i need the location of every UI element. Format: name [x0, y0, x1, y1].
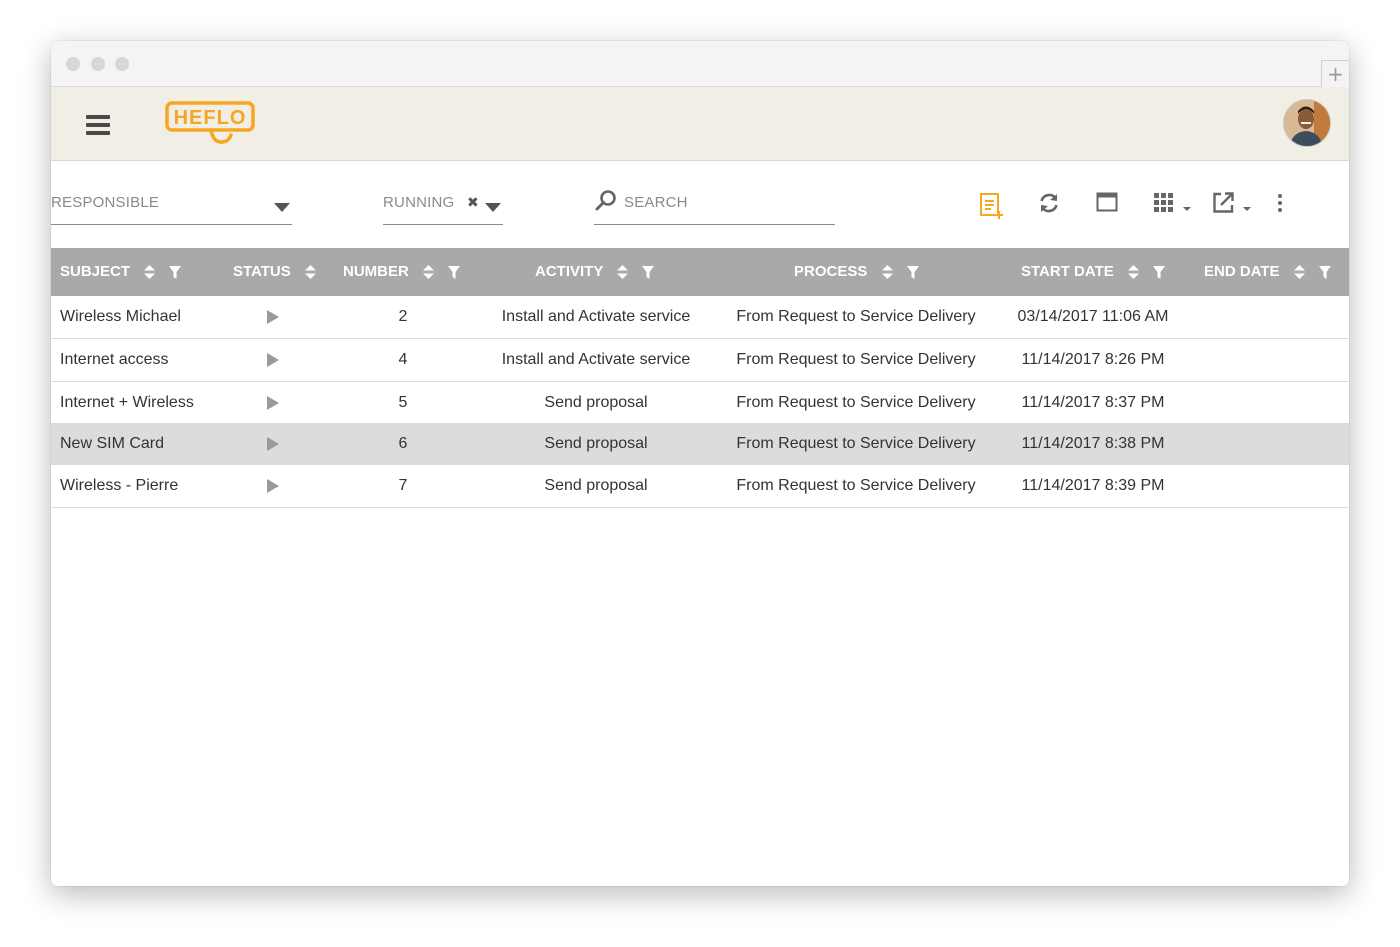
cell-subject: Internet access	[60, 351, 169, 368]
table-row[interactable]: Wireless - Pierre 7 Send proposal From R…	[51, 465, 1349, 508]
window-titlebar: +	[51, 41, 1349, 87]
maximize-window-dot[interactable]	[115, 57, 129, 71]
column-header-process[interactable]: PROCESS	[794, 248, 919, 296]
column-header-end-date[interactable]: END DATE	[1204, 248, 1331, 296]
filter-icon[interactable]	[906, 265, 919, 279]
hamburger-menu-icon[interactable]	[86, 115, 110, 135]
sort-icon[interactable]	[304, 265, 316, 280]
column-label: END DATE	[1204, 263, 1280, 280]
cell-start-date: 11/14/2017 8:26 PM	[1021, 351, 1165, 368]
play-status-icon	[267, 310, 279, 324]
cell-end-date	[1191, 339, 1341, 381]
browser-window: + HEFLO RESPONSIBLE RUNNING ✖ SEARCH SUB…	[51, 41, 1349, 886]
cell-number: 7	[398, 477, 408, 494]
column-header-activity[interactable]: ACTIVITY	[535, 248, 655, 296]
play-status-icon	[267, 396, 279, 410]
logo-text: HEFLO	[174, 107, 247, 129]
minimize-window-dot[interactable]	[91, 57, 105, 71]
column-label: NUMBER	[343, 263, 409, 280]
sort-icon[interactable]	[144, 265, 156, 280]
play-status-icon	[267, 479, 279, 493]
cell-number: 2	[398, 308, 408, 325]
refresh-icon[interactable]	[1038, 192, 1060, 214]
cell-activity: Install and Activate service	[501, 351, 691, 368]
cell-number: 4	[398, 351, 408, 368]
table-row[interactable]: Wireless Michael 2 Install and Activate …	[51, 296, 1349, 339]
close-window-dot[interactable]	[66, 57, 80, 71]
cell-end-date	[1191, 465, 1341, 507]
cell-end-date	[1191, 296, 1341, 338]
cell-subject: New SIM Card	[60, 435, 165, 452]
cell-activity: Send proposal	[544, 435, 648, 452]
cell-start-date: 03/14/2017 11:06 AM	[1017, 308, 1169, 325]
new-document-icon[interactable]	[979, 192, 1005, 220]
app-header: HEFLO	[51, 87, 1349, 161]
chevron-down-icon[interactable]	[485, 203, 501, 212]
table-row[interactable]: Internet access 4 Install and Activate s…	[51, 339, 1349, 382]
responsible-label: RESPONSIBLE	[51, 194, 160, 211]
column-label: SUBJECT	[60, 263, 131, 280]
new-tab-button[interactable]: +	[1321, 60, 1349, 87]
sort-icon[interactable]	[881, 265, 893, 280]
export-icon[interactable]	[1212, 191, 1254, 215]
column-label: ACTIVITY	[535, 263, 604, 280]
cell-start-date: 11/14/2017 8:39 PM	[1021, 477, 1165, 494]
search-input[interactable]: SEARCH	[624, 194, 688, 211]
sort-icon[interactable]	[423, 265, 435, 280]
cell-number: 6	[398, 435, 408, 452]
play-status-icon	[267, 437, 279, 451]
chevron-down-icon[interactable]	[274, 203, 290, 212]
cell-subject: Internet + Wireless	[60, 394, 194, 411]
column-label: PROCESS	[794, 263, 868, 280]
heflo-logo[interactable]: HEFLO	[165, 101, 257, 152]
filter-toolbar: RESPONSIBLE RUNNING ✖ SEARCH	[51, 161, 1349, 249]
cell-process: From Request to Service Delivery	[736, 394, 976, 411]
column-label: STATUS	[233, 263, 291, 280]
sort-icon[interactable]	[617, 265, 629, 280]
cell-subject: Wireless - Pierre	[60, 477, 179, 494]
clear-status-icon[interactable]: ✖	[467, 195, 479, 211]
cell-start-date: 11/14/2017 8:38 PM	[1021, 435, 1165, 452]
cell-end-date	[1191, 423, 1341, 465]
sort-icon[interactable]	[1293, 265, 1305, 280]
cell-activity: Send proposal	[544, 477, 648, 494]
cell-activity: Install and Activate service	[501, 308, 691, 325]
filter-icon[interactable]	[642, 265, 655, 279]
column-header-number[interactable]: NUMBER	[343, 248, 461, 296]
cell-activity: Send proposal	[544, 394, 648, 411]
filter-icon[interactable]	[1318, 265, 1331, 279]
cell-process: From Request to Service Delivery	[736, 477, 976, 494]
cell-subject: Wireless Michael	[60, 308, 181, 325]
more-vertical-icon[interactable]	[1276, 193, 1284, 213]
grid-icon[interactable]	[1153, 192, 1193, 214]
cell-start-date: 11/14/2017 8:37 PM	[1021, 394, 1165, 411]
filter-icon[interactable]	[1153, 265, 1166, 279]
column-header-subject[interactable]: SUBJECT	[60, 248, 182, 296]
cell-process: From Request to Service Delivery	[736, 435, 976, 452]
play-status-icon	[267, 353, 279, 367]
filter-icon[interactable]	[448, 265, 461, 279]
column-label: START DATE	[1021, 263, 1114, 280]
filter-icon[interactable]	[169, 265, 182, 279]
cell-process: From Request to Service Delivery	[736, 308, 976, 325]
search-icon	[595, 190, 616, 211]
table-row-selected[interactable]: New SIM Card 6 Send proposal From Reques…	[51, 423, 1349, 466]
column-header-start-date[interactable]: START DATE	[1021, 248, 1166, 296]
user-avatar[interactable]	[1283, 99, 1331, 147]
status-filter-value: RUNNING	[383, 194, 455, 211]
table-row[interactable]: Internet + Wireless 5 Send proposal From…	[51, 382, 1349, 425]
table-header: SUBJECT STATUS NUMBER ACTIVITY PROCESS S…	[51, 248, 1349, 296]
cell-number: 5	[398, 394, 408, 411]
cell-end-date	[1191, 382, 1341, 424]
sort-icon[interactable]	[1127, 265, 1139, 280]
column-header-status[interactable]: STATUS	[233, 248, 316, 296]
window-icon[interactable]	[1096, 192, 1118, 212]
cell-process: From Request to Service Delivery	[736, 351, 976, 368]
